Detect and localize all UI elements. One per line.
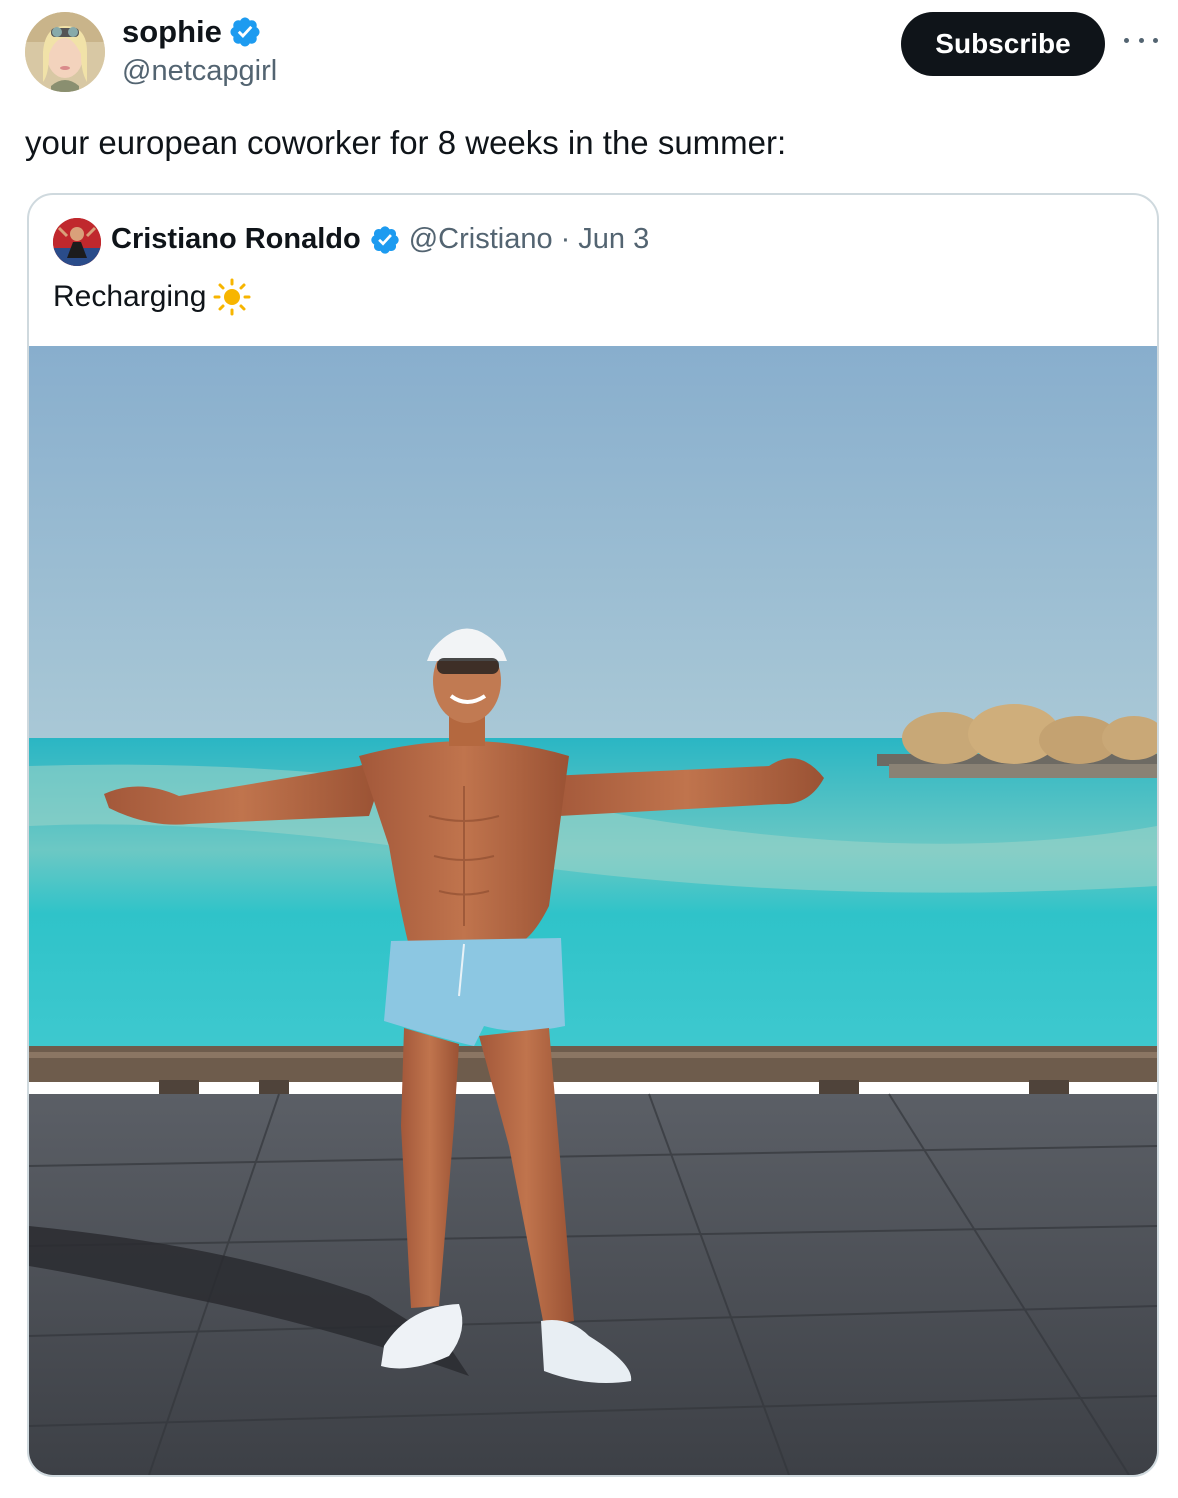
quoted-author-name[interactable]: Cristiano Ronaldo — [111, 223, 361, 256]
author-avatar[interactable] — [25, 12, 105, 92]
quoted-tweet-date[interactable]: Jun 3 — [578, 223, 649, 256]
user-avatar-icon — [53, 218, 101, 266]
dot — [1153, 37, 1158, 43]
subscribe-button[interactable]: Subscribe — [901, 12, 1105, 76]
author-name-row: sophie — [122, 14, 262, 50]
author-handle[interactable]: @netcapgirl — [122, 55, 277, 88]
verified-badge-icon[interactable] — [228, 15, 262, 49]
sun-emoji-icon — [213, 278, 251, 316]
quoted-tweet-header: Cristiano Ronaldo @Cristiano · Jun 3 — [111, 223, 649, 256]
verified-badge-icon — [371, 225, 399, 254]
quoted-author-handle[interactable]: @Cristiano — [409, 223, 553, 256]
quoted-author-avatar[interactable] — [53, 218, 101, 266]
quoted-tweet-photo[interactable] — [29, 346, 1157, 1475]
separator: · — [560, 223, 571, 255]
user-avatar-icon — [25, 12, 105, 92]
tweet-text: your european coworker for 8 weeks in th… — [25, 124, 787, 161]
author-display-name[interactable]: sophie — [122, 14, 222, 50]
quoted-tweet-text: Recharging — [53, 280, 207, 313]
quoted-tweet-card[interactable]: Cristiano Ronaldo @Cristiano · Jun 3 Rec… — [27, 193, 1159, 1477]
dot — [1138, 37, 1144, 43]
quoted-tweet-text-row: Recharging — [53, 277, 252, 317]
dot — [1124, 37, 1129, 43]
more-options-icon[interactable] — [1124, 30, 1158, 50]
